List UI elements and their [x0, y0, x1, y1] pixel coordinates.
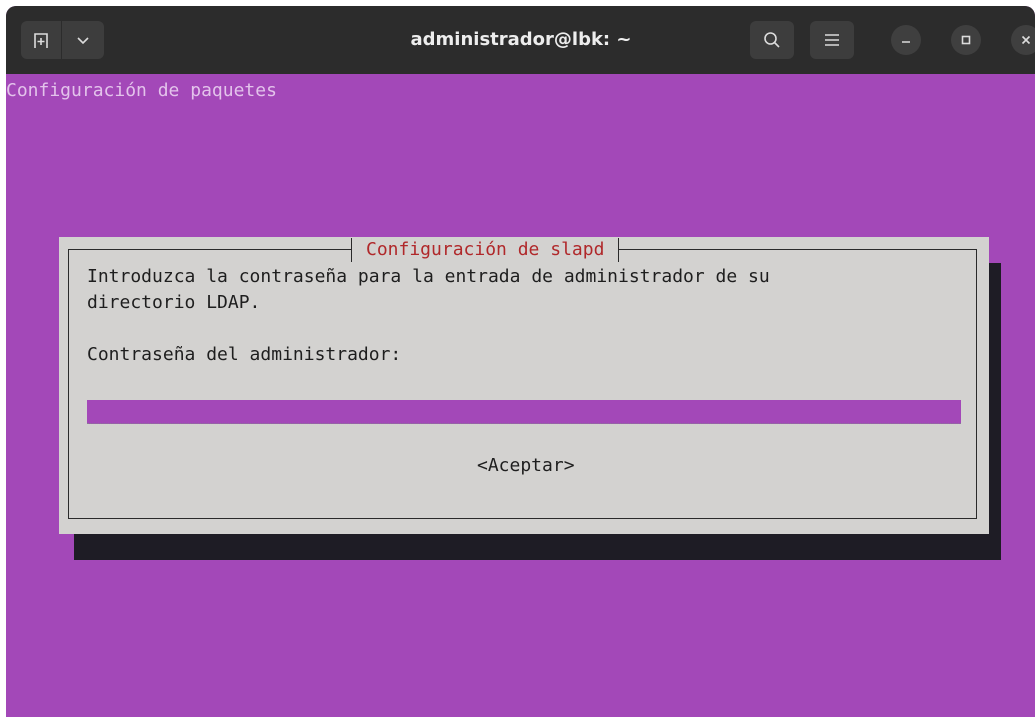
new-tab-button[interactable] [21, 21, 61, 59]
package-configuration-heading: Configuración de paquetes [6, 80, 277, 101]
maximize-icon [961, 35, 971, 45]
password-input[interactable] [87, 400, 961, 424]
maximize-button[interactable] [951, 25, 981, 55]
dialog-title: Configuración de slapd [351, 238, 620, 262]
close-button[interactable] [1011, 25, 1035, 55]
password-label: Contraseña del administrador: [87, 344, 402, 365]
prompt-text-line1: Introduzca la contraseña para la entrada… [87, 266, 770, 287]
search-button[interactable] [750, 21, 794, 59]
slapd-dialog: Configuración de slapd Introduzca la con… [59, 237, 989, 534]
close-icon [1021, 35, 1031, 45]
terminal-window: administrador@lbk: ~ Configuración de pa… [6, 6, 1035, 717]
menu-button[interactable] [810, 21, 854, 59]
search-icon [764, 32, 780, 48]
tab-menu-button[interactable] [62, 21, 104, 59]
chevron-down-icon [77, 37, 89, 45]
prompt-text-line2: directorio LDAP. [87, 292, 261, 313]
new-tab-icon [34, 33, 48, 48]
accept-button[interactable]: <Aceptar> [477, 453, 575, 479]
hamburger-icon [825, 34, 839, 46]
minimize-button[interactable] [891, 25, 921, 55]
minimize-icon [902, 41, 910, 43]
terminal-area[interactable]: Configuración de paquetes Configuración … [6, 74, 1035, 717]
window-title: administrador@lbk: ~ [410, 29, 632, 50]
title-bar: administrador@lbk: ~ [6, 6, 1035, 74]
